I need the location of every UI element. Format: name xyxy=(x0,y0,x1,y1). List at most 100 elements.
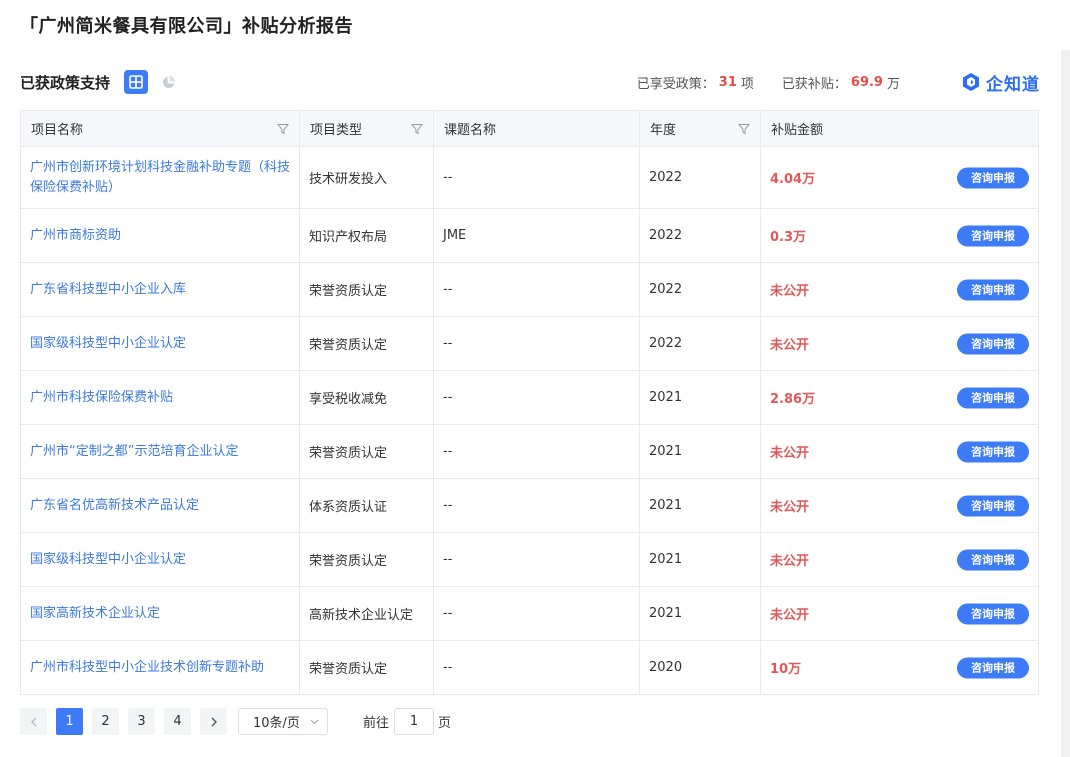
goto-page-input[interactable] xyxy=(394,708,435,735)
consult-apply-button[interactable]: 咨询申报 xyxy=(957,387,1029,408)
amount-value: 未公开 xyxy=(770,554,810,569)
year-cell: 2022 xyxy=(639,208,761,263)
project-type-cell: 荣誉资质认定 xyxy=(299,316,434,371)
header-subsidy-amount: 补贴金额 xyxy=(760,110,1039,147)
consult-apply-button[interactable]: 咨询申报 xyxy=(957,167,1029,188)
amount-cell: 未公开 咨询申报 xyxy=(760,262,1039,317)
amount-cell: 0.3万 咨询申报 xyxy=(760,208,1039,263)
year-cell: 2022 xyxy=(639,316,761,371)
project-name-link[interactable]: 广州市科技型中小企业技术创新专题补助 xyxy=(20,640,300,695)
project-type-cell: 技术研发投入 xyxy=(299,146,434,209)
topic-cell: -- xyxy=(433,262,640,317)
amount-value: 未公开 xyxy=(770,446,810,461)
table-row: 广东省科技型中小企业入库 荣誉资质认定 -- 2022 未公开 咨询申报 xyxy=(20,262,1039,317)
scrollbar[interactable] xyxy=(1061,50,1070,757)
amount-cell: 未公开 咨询申报 xyxy=(760,316,1039,371)
header-topic-name: 课题名称 xyxy=(433,110,640,147)
page-size-select[interactable]: 10条/页 xyxy=(238,708,328,735)
consult-apply-button[interactable]: 咨询申报 xyxy=(957,225,1029,246)
filter-icon[interactable] xyxy=(277,123,289,135)
policies-unit: 项 xyxy=(740,76,754,92)
topic-cell: -- xyxy=(433,424,640,479)
page-title: 「广州简米餐具有限公司」补贴分析报告 xyxy=(20,16,353,37)
consult-apply-button[interactable]: 咨询申报 xyxy=(957,495,1029,516)
year-cell: 2021 xyxy=(639,478,761,533)
consult-apply-button[interactable]: 咨询申报 xyxy=(957,603,1029,624)
goto-suffix: 页 xyxy=(438,716,452,731)
topic-cell: -- xyxy=(433,316,640,371)
amount-cell: 2.86万 咨询申报 xyxy=(760,370,1039,425)
amount-cell: 未公开 咨询申报 xyxy=(760,586,1039,641)
logo-text: 企知道 xyxy=(986,74,1040,95)
chevron-down-icon xyxy=(310,719,319,724)
brand-logo: 企知道 xyxy=(962,68,1040,96)
table-row: 广州市商标资助 知识产权布局 JME 2022 0.3万 咨询申报 xyxy=(20,208,1039,263)
topic-cell: -- xyxy=(433,640,640,695)
header-project-type: 项目类型 xyxy=(299,110,434,147)
project-name-link[interactable]: 广东省科技型中小企业入库 xyxy=(20,262,300,317)
goto-page: 前往 页 xyxy=(363,708,451,735)
year-cell: 2022 xyxy=(639,146,761,209)
header-label: 项目名称 xyxy=(31,123,84,138)
table-row: 广州市创新环境计划科技金融补助专题（科技保险保费补贴） 技术研发投入 -- 20… xyxy=(20,146,1039,209)
summary-stats: 已享受政策： 31 项 已获补贴： 69.9 万 xyxy=(637,68,900,96)
project-name-link[interactable]: 广州市“定制之都”示范培育企业认定 xyxy=(20,424,300,479)
project-name-link[interactable]: 国家级科技型中小企业认定 xyxy=(20,316,300,371)
project-name-link[interactable]: 国家级科技型中小企业认定 xyxy=(20,532,300,587)
project-type-cell: 高新技术企业认定 xyxy=(299,586,434,641)
consult-apply-button[interactable]: 咨询申报 xyxy=(957,657,1029,678)
project-name-link[interactable]: 广州市商标资助 xyxy=(20,208,300,263)
year-cell: 2022 xyxy=(639,262,761,317)
amount-value: 0.3万 xyxy=(770,230,807,245)
project-type-cell: 荣誉资质认定 xyxy=(299,424,434,479)
project-name-link[interactable]: 广东省名优高新技术产品认定 xyxy=(20,478,300,533)
grid-view-button[interactable] xyxy=(124,70,149,94)
table-row: 广州市科技型中小企业技术创新专题补助 荣誉资质认定 -- 2020 10万 咨询申… xyxy=(20,640,1039,695)
prev-page-button[interactable] xyxy=(20,708,47,735)
header-label: 项目类型 xyxy=(310,123,363,138)
project-type-cell: 体系资质认证 xyxy=(299,478,434,533)
consult-apply-button[interactable]: 咨询申报 xyxy=(957,333,1029,354)
filter-icon[interactable] xyxy=(738,123,750,135)
page-1-button[interactable]: 1 xyxy=(56,708,83,735)
page-2-button[interactable]: 2 xyxy=(92,708,119,735)
project-name-link[interactable]: 广州市科技保险保费补贴 xyxy=(20,370,300,425)
table-header-row: 项目名称 项目类型 课题名称 年度 补贴金额 xyxy=(20,110,1039,147)
table-row: 国家高新技术企业认定 高新技术企业认定 -- 2021 未公开 咨询申报 xyxy=(20,586,1039,641)
topic-cell: -- xyxy=(433,478,640,533)
policy-table: 项目名称 项目类型 课题名称 年度 补贴金额 广州市创新环境计划科技金融补助专题… xyxy=(20,110,1039,695)
page-4-button[interactable]: 4 xyxy=(164,708,191,735)
next-page-button[interactable] xyxy=(200,708,227,735)
page-3-button[interactable]: 3 xyxy=(128,708,155,735)
topic-cell: JME xyxy=(433,208,640,263)
header-project-name: 项目名称 xyxy=(20,110,300,147)
consult-apply-button[interactable]: 咨询申报 xyxy=(957,279,1029,300)
section-title: 已获政策支持 xyxy=(20,73,111,92)
amount-cell: 4.04万 咨询申报 xyxy=(760,146,1039,209)
table-row: 国家级科技型中小企业认定 荣誉资质认定 -- 2022 未公开 咨询申报 xyxy=(20,316,1039,371)
topic-cell: -- xyxy=(433,586,640,641)
filter-icon[interactable] xyxy=(411,123,423,135)
pie-chart-icon xyxy=(162,75,175,88)
policies-count: 31 xyxy=(718,74,737,90)
consult-apply-button[interactable]: 咨询申报 xyxy=(957,549,1029,570)
year-cell: 2021 xyxy=(639,532,761,587)
project-name-link[interactable]: 广州市创新环境计划科技金融补助专题（科技保险保费补贴） xyxy=(20,146,300,209)
amount-value: 未公开 xyxy=(770,284,810,299)
subsidy-amount: 69.9 xyxy=(850,74,883,90)
amount-cell: 未公开 咨询申报 xyxy=(760,478,1039,533)
amount-cell: 未公开 咨询申报 xyxy=(760,532,1039,587)
header-label: 课题名称 xyxy=(444,123,497,138)
table-row: 国家级科技型中小企业认定 荣誉资质认定 -- 2021 未公开 咨询申报 xyxy=(20,532,1039,587)
topic-cell: -- xyxy=(433,370,640,425)
chart-view-button[interactable] xyxy=(158,72,178,92)
amount-cell: 10万 咨询申报 xyxy=(760,640,1039,695)
page-size-value: 10条/页 xyxy=(253,716,300,731)
project-name-link[interactable]: 国家高新技术企业认定 xyxy=(20,586,300,641)
amount-value: 未公开 xyxy=(770,500,810,515)
year-cell: 2021 xyxy=(639,370,761,425)
amount-value: 未公开 xyxy=(770,608,810,623)
subsidy-unit: 万 xyxy=(886,76,900,92)
subsidy-label: 已获补贴： xyxy=(781,76,847,92)
consult-apply-button[interactable]: 咨询申报 xyxy=(957,441,1029,462)
